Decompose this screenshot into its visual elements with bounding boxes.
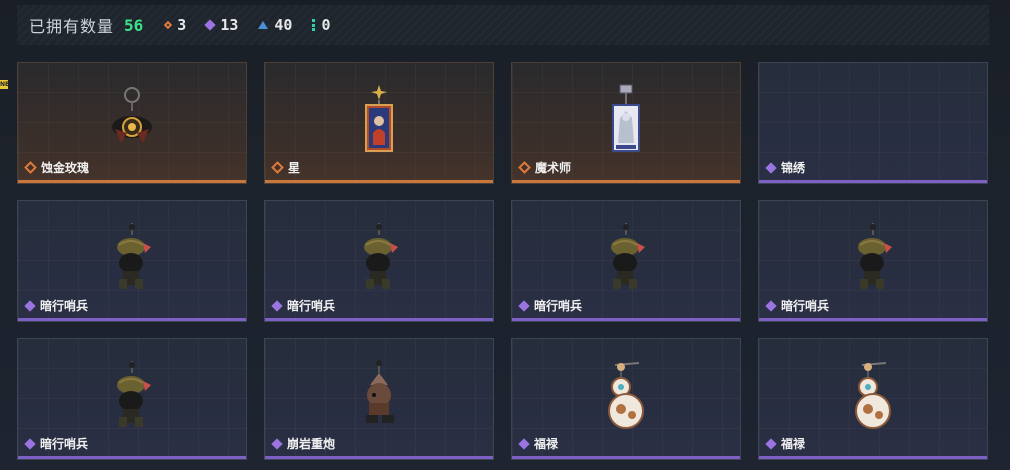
item-name: 星 xyxy=(288,161,301,175)
orange-diamond-icon xyxy=(164,20,173,30)
item-card[interactable]: 暗行哨兵 xyxy=(511,200,741,322)
purple-rarity-icon xyxy=(518,299,530,312)
teal-dots-icon xyxy=(312,19,316,31)
orange-rarity-count: 3 xyxy=(164,16,186,34)
star-tarot-card-icon xyxy=(365,85,393,152)
orange-rarity-icon xyxy=(271,161,284,174)
purple-rarity-icon xyxy=(518,437,530,450)
purple-rarity-icon xyxy=(271,299,283,312)
item-name: 福禄 xyxy=(781,437,806,451)
owned-total-count: 56 xyxy=(124,15,144,35)
new-badge: NEW xyxy=(0,80,8,89)
item-name: 暗行哨兵 xyxy=(287,299,336,313)
owned-count-title: 已拥有数量 xyxy=(29,17,115,36)
item-name: 魔术师 xyxy=(535,161,572,175)
purple-diamond-icon xyxy=(204,19,216,31)
purple-rarity-icon xyxy=(24,437,36,450)
orange-rarity-icon xyxy=(518,161,531,174)
heavy-cannon-charm-icon xyxy=(366,360,394,423)
item-name: 暗行哨兵 xyxy=(40,437,89,451)
item-card[interactable]: 福禄 xyxy=(758,338,988,460)
purple-rarity-icon xyxy=(765,299,777,312)
item-card[interactable]: 崩岩重炮 xyxy=(264,338,494,460)
dark-sentinel-charm-icon xyxy=(364,223,398,289)
item-name: 福禄 xyxy=(534,437,559,451)
item-card[interactable]: 星 xyxy=(264,62,494,184)
item-name: 暗行哨兵 xyxy=(534,299,583,313)
purple-rarity-count: 13 xyxy=(204,16,238,34)
item-card[interactable]: 暗行哨兵 xyxy=(264,200,494,322)
inventory-header: 已拥有数量 56 3 13 40 0 xyxy=(17,5,989,45)
item-name: 锦绣 xyxy=(781,161,806,175)
gourd-charm-icon xyxy=(855,362,891,429)
item-card[interactable]: 锦绣 xyxy=(758,62,988,184)
blue-triangle-icon xyxy=(258,21,269,29)
item-name: 暗行哨兵 xyxy=(40,299,89,313)
item-card[interactable]: 福禄 xyxy=(511,338,741,460)
item-card[interactable]: 暗行哨兵 xyxy=(17,200,247,322)
dark-sentinel-charm-icon xyxy=(117,361,151,427)
blue-rarity-count: 40 xyxy=(258,16,292,34)
orange-rarity-icon xyxy=(24,161,37,174)
item-card[interactable]: 蚀金玫瑰 xyxy=(17,62,247,184)
item-card[interactable]: 暗行哨兵 xyxy=(758,200,988,322)
purple-rarity-icon xyxy=(271,437,283,450)
item-card[interactable]: 暗行哨兵 xyxy=(17,338,247,460)
item-name: 崩岩重炮 xyxy=(287,437,336,451)
purple-rarity-icon xyxy=(765,437,777,450)
purple-rarity-icon xyxy=(765,161,777,174)
golden-rose-pendant-icon xyxy=(112,87,152,143)
teal-rarity-count: 0 xyxy=(312,16,330,34)
gourd-charm-icon xyxy=(608,362,644,429)
magician-tarot-card-icon xyxy=(612,84,640,152)
item-name: 暗行哨兵 xyxy=(781,299,830,313)
dark-sentinel-charm-icon xyxy=(611,223,645,289)
dark-sentinel-charm-icon xyxy=(117,223,151,289)
item-name: 蚀金玫瑰 xyxy=(41,161,90,175)
dark-sentinel-charm-icon xyxy=(858,223,892,289)
item-card[interactable]: 魔术师 xyxy=(511,62,741,184)
purple-rarity-icon xyxy=(24,299,36,312)
